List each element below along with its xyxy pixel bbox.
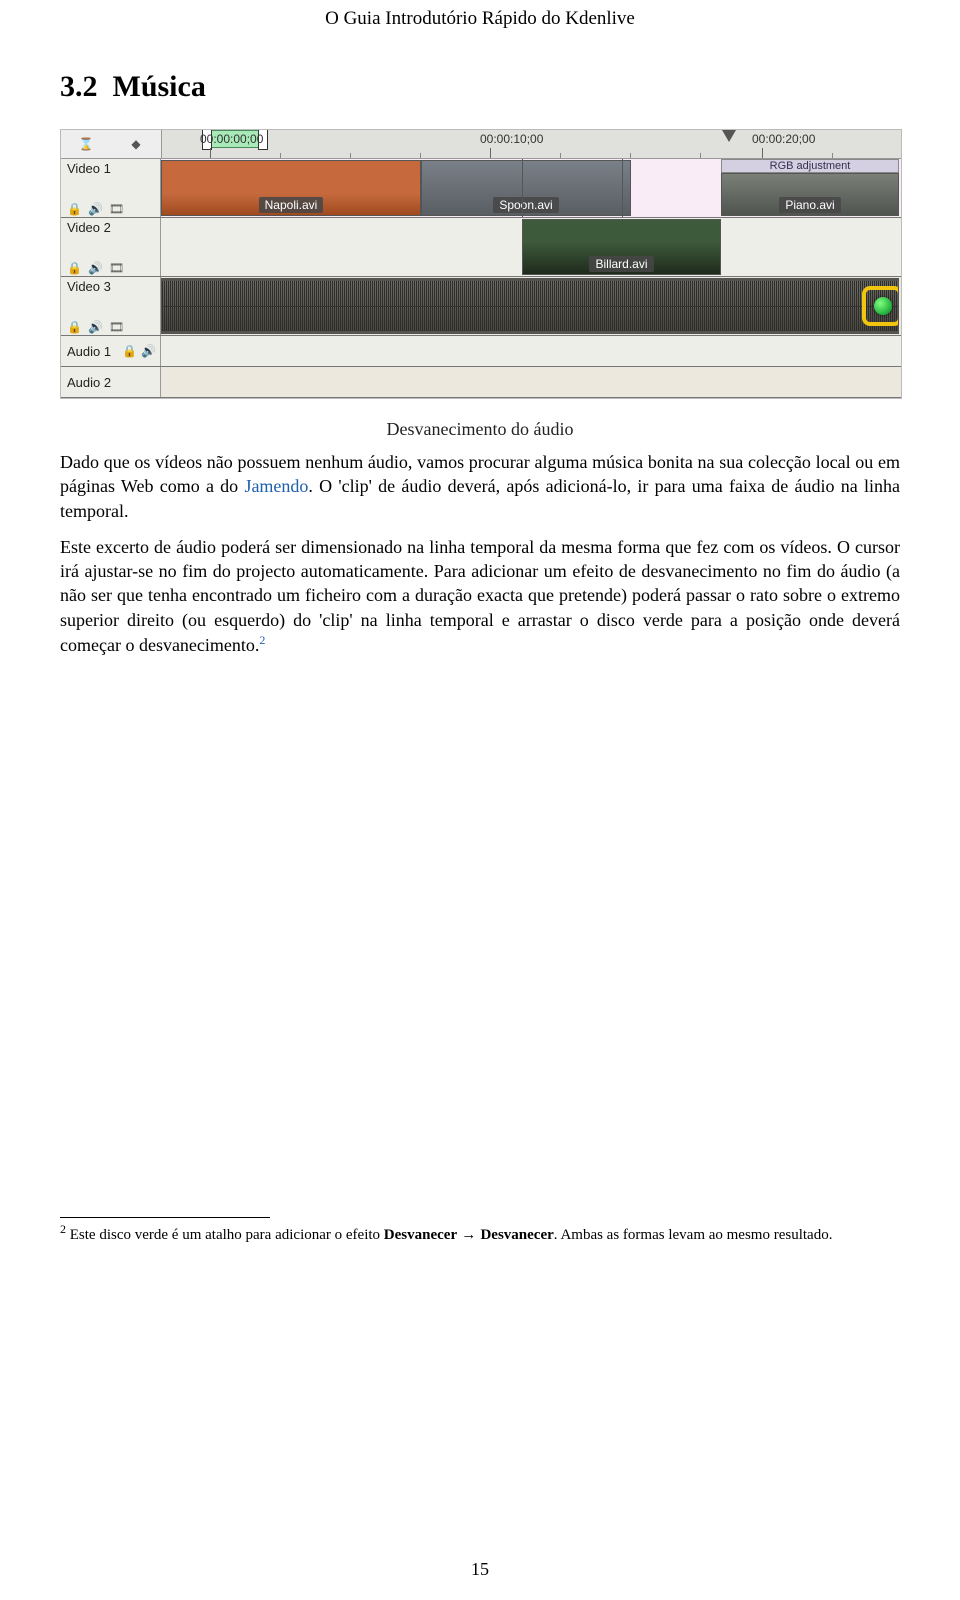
updown-icon[interactable]: ◆ — [129, 138, 144, 151]
timecode-0: 00:00:00;00 — [200, 132, 263, 146]
clip-napoli[interactable]: Napoli.avi — [161, 160, 421, 216]
track-label: Audio 1 — [67, 344, 118, 359]
clip-label: Billard.avi — [589, 256, 653, 272]
lock-icon[interactable]: 🔒 — [67, 202, 82, 215]
fn-text-b: . Ambas as formas levam ao mesmo resulta… — [554, 1227, 833, 1243]
lock-icon[interactable]: 🔒 — [122, 345, 137, 358]
mute-icon[interactable]: 🔊 — [88, 202, 103, 215]
clip-piano[interactable]: Piano.avi — [721, 173, 899, 216]
arrow-icon: → — [457, 1226, 480, 1243]
track-label: Audio 2 — [67, 375, 156, 390]
mute-icon[interactable]: 🔊 — [88, 320, 103, 333]
timeline: ⌛ ◆ 00:00:00;00 00:00:10;00 00:00:20;00 — [60, 129, 902, 399]
clip-label: Spoon.avi — [493, 197, 558, 213]
timecode-2: 00:00:20;00 — [752, 132, 815, 146]
section-heading: 3.2 Música — [60, 70, 900, 104]
thumb-icon[interactable]: 🎞 — [109, 202, 124, 215]
timeline-ruler[interactable]: ⌛ ◆ 00:00:00;00 00:00:10;00 00:00:20;00 — [61, 130, 901, 159]
track-audio1: Audio 1 🔒 🔊 — [61, 336, 901, 367]
clip-billard[interactable]: Billard.avi — [522, 219, 721, 275]
fade-handle[interactable] — [874, 297, 892, 315]
lock-icon[interactable]: 🔒 — [67, 320, 82, 333]
track-video1: Video 1 🔒 🔊 🎞 RGB adjustment Napoli.avi … — [61, 159, 901, 218]
track-video3: Video 3 🔒 🔊 🎞 04 - Dragon Dance.mp3 — [61, 277, 901, 336]
fn-bold-2: Desvanecer — [480, 1227, 553, 1243]
page-number: 15 — [0, 1559, 960, 1580]
zoom-icon[interactable]: ⌛ — [79, 138, 94, 151]
fn-bold-1: Desvanecer — [384, 1227, 457, 1243]
playhead[interactable] — [722, 130, 736, 142]
clip-spoon[interactable]: Spoon.avi — [421, 160, 631, 216]
clip-label: Piano.avi — [779, 197, 840, 213]
clip-label: Napoli.avi — [259, 197, 324, 213]
fn-text-a: Este disco verde é um atalho para adicio… — [66, 1227, 384, 1243]
p2-text: Este excerto de áudio poderá ser dimensi… — [60, 537, 900, 655]
footnote-rule — [60, 1217, 270, 1218]
footnote-2: 2 Este disco verde é um atalho para adic… — [60, 1222, 900, 1246]
doc-header: O Guia Introdutório Rápido do Kdenlive — [60, 0, 900, 60]
mute-icon[interactable]: 🔊 — [88, 261, 103, 274]
clip-dragon-dance[interactable]: 04 - Dragon Dance.mp3 — [161, 278, 899, 334]
track-label: Video 2 — [67, 220, 156, 235]
track-label: Video 1 — [67, 161, 156, 176]
paragraph-1: Dado que os vídeos não possuem nenhum áu… — [60, 450, 900, 523]
footnote-ref-2[interactable]: 2 — [259, 633, 265, 647]
figure-caption: Desvanecimento do áudio — [60, 419, 900, 440]
section-number: 3.2 — [60, 70, 98, 103]
effect-rgb-adjustment[interactable]: RGB adjustment — [721, 159, 899, 173]
thumb-icon[interactable]: 🎞 — [109, 261, 124, 274]
track-video2: Video 2 🔒 🔊 🎞 Billard.avi — [61, 218, 901, 277]
timecode-1: 00:00:10;00 — [480, 132, 543, 146]
paragraph-2: Este excerto de áudio poderá ser dimensi… — [60, 535, 900, 657]
section-title: Música — [113, 70, 206, 103]
track-audio2: Audio 2 — [61, 367, 901, 398]
mute-icon[interactable]: 🔊 — [141, 345, 156, 358]
thumb-icon[interactable]: 🎞 — [109, 320, 124, 333]
lock-icon[interactable]: 🔒 — [67, 261, 82, 274]
link-jamendo[interactable]: Jamendo — [244, 476, 308, 496]
track-label: Video 3 — [67, 279, 156, 294]
